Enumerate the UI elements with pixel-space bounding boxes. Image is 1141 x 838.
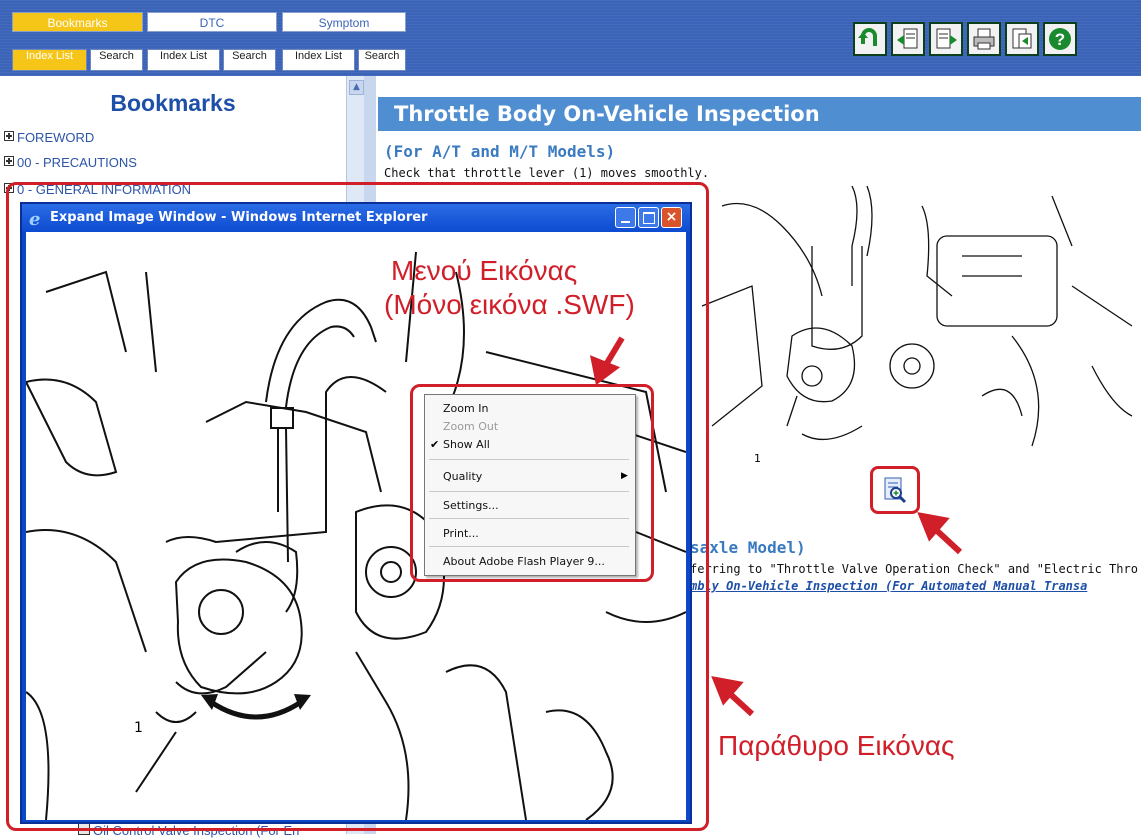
annotation-arrows: [589, 336, 963, 717]
arrow-to-expand-icon: [931, 525, 963, 555]
arrow-head-icon: [589, 355, 621, 386]
